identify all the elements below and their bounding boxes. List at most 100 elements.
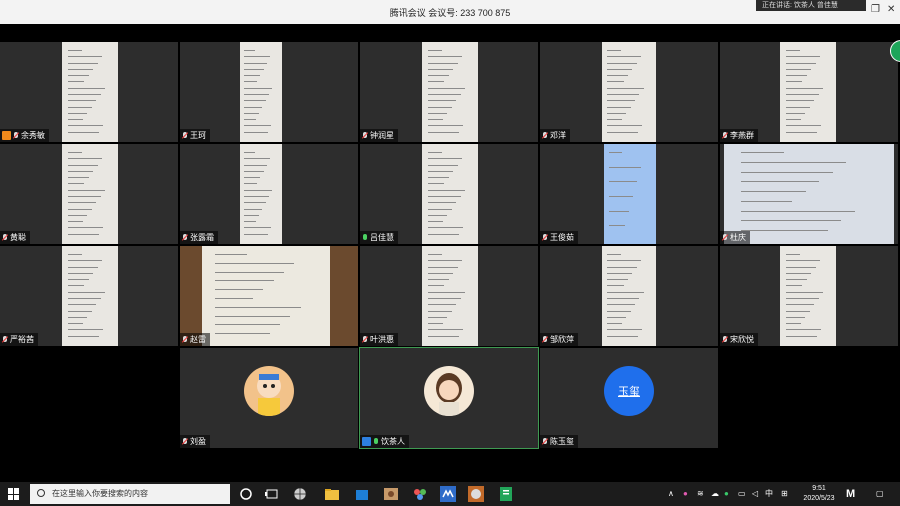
microphone-muted-icon — [2, 233, 8, 242]
taskbar: 在这里输入你要搜索的内容 ∧ ● ≋ ☁ ● ▭ ◁ 中 ⊞ 9:51 2020… — [0, 482, 900, 506]
participant-name-tag: 刘盈 — [180, 435, 210, 448]
volume-icon[interactable]: ◁ — [752, 482, 758, 506]
participant-tile[interactable]: 邹欣萍 — [540, 246, 718, 346]
clock-date: 2020/5/23 — [803, 495, 835, 502]
video-grid: 余秀敏 王珂 钟润星 邓洋 李燕群黄聪 张露霜 吕佳慧 王俊茹 杜庆严裕茜 赵雷 叶洪惠 邹欣萍 宋欣悦… — [0, 24, 900, 482]
participant-name-tag: 杜庆 — [720, 231, 750, 244]
participant-tile[interactable]: 张露霜 — [180, 144, 358, 244]
participant-name-tag: 李燕群 — [720, 129, 758, 142]
participant-tile[interactable]: 邓洋 — [540, 42, 718, 142]
cortana-icon[interactable] — [238, 486, 254, 502]
participant-name-tag: 王俊茹 — [540, 231, 578, 244]
tray-app-icon[interactable]: ● — [683, 482, 688, 506]
paper-sheet — [422, 246, 478, 346]
microphone-muted-icon — [182, 233, 188, 242]
participant-name-tag: 吕佳慧 — [360, 231, 398, 244]
participant-tile[interactable]: 余秀敏 — [0, 42, 178, 142]
paper-sheet — [604, 144, 656, 244]
participant-name-tag: 饮茶人 — [360, 435, 409, 448]
participant-name: 饮茶人 — [381, 437, 405, 446]
microphone-muted-icon — [2, 335, 8, 344]
participant-name: 宋欣悦 — [730, 335, 754, 344]
microphone-muted-icon — [182, 131, 188, 140]
microphone-muted-icon — [542, 335, 548, 344]
participant-name-tag: 王珂 — [180, 129, 210, 142]
participant-name: 王俊茹 — [550, 233, 574, 242]
microphone-muted-icon — [13, 131, 19, 140]
participant-tile[interactable]: 吕佳慧 — [360, 144, 538, 244]
clock-time: 9:51 — [812, 485, 826, 492]
system-clock[interactable]: 9:51 2020/5/23 — [798, 484, 840, 504]
participant-name-tag: 邓洋 — [540, 129, 570, 142]
participant-name-tag: 余秀敏 — [0, 129, 49, 142]
participant-name-tag: 钟润星 — [360, 129, 398, 142]
participant-name: 严裕茜 — [10, 335, 34, 344]
notification-icon[interactable]: ▢ — [876, 482, 884, 506]
avatar — [424, 366, 474, 416]
pinwheel-app-icon[interactable] — [292, 486, 308, 502]
participant-name: 王珂 — [190, 131, 206, 140]
participant-tile[interactable]: 叶洪惠 — [360, 246, 538, 346]
wechat-icon[interactable]: ● — [724, 482, 729, 506]
microphone-muted-icon — [722, 131, 728, 140]
search-input[interactable]: 在这里输入你要搜索的内容 — [30, 484, 230, 504]
participant-name: 吕佳慧 — [370, 233, 394, 242]
action-center-app-icon[interactable]: M — [846, 482, 855, 506]
participant-name-tag: 邹欣萍 — [540, 333, 578, 346]
participant-tile[interactable]: 杜庆 — [720, 144, 898, 244]
participant-name: 邓洋 — [550, 131, 566, 140]
participant-name-tag: 赵雷 — [180, 333, 210, 346]
participant-name-tag: 张露霜 — [180, 231, 218, 244]
host-icon — [362, 437, 371, 446]
participant-tile[interactable]: 王俊茹 — [540, 144, 718, 244]
participant-name: 余秀敏 — [21, 131, 45, 140]
cloud-icon[interactable]: ☁ — [711, 482, 719, 506]
disc-app-icon[interactable] — [468, 486, 484, 502]
ime-indicator[interactable]: 中 — [765, 482, 773, 506]
speaking-indicator: 正在讲话: 饮茶人 曾佳慧 — [756, 0, 866, 11]
participant-tile[interactable]: 赵雷 — [180, 246, 358, 346]
participant-tile[interactable]: 黄聪 — [0, 144, 178, 244]
microphone-muted-icon — [722, 233, 728, 242]
participant-name-tag: 黄聪 — [0, 231, 30, 244]
participant-name: 邹欣萍 — [550, 335, 574, 344]
participant-tile[interactable]: 刘盈 — [180, 348, 358, 448]
participant-tile[interactable]: 宋欣悦 — [720, 246, 898, 346]
microphone-muted-icon — [362, 335, 368, 344]
microphone-muted-icon — [182, 437, 188, 446]
participant-name: 刘盈 — [190, 437, 206, 446]
photo-app-icon[interactable] — [383, 486, 399, 502]
paper-sheet — [240, 42, 282, 142]
close-icon[interactable]: ✕ — [887, 4, 895, 15]
windows-start-icon[interactable] — [8, 488, 20, 500]
participant-name: 钟润星 — [370, 131, 394, 140]
microphone-muted-icon — [542, 233, 548, 242]
participant-name-tag: 宋欣悦 — [720, 333, 758, 346]
microphone-muted-icon — [362, 131, 368, 140]
colorful-app-icon[interactable] — [412, 486, 428, 502]
participant-tile[interactable]: 玉玺 陈玉玺 — [540, 348, 718, 448]
paper-sheet — [780, 246, 836, 346]
task-view-icon[interactable] — [264, 486, 280, 502]
participant-tile[interactable]: 钟润星 — [360, 42, 538, 142]
store-icon[interactable] — [354, 486, 370, 502]
chevron-up-icon[interactable]: ∧ — [668, 482, 674, 506]
green-app-icon[interactable] — [498, 486, 514, 502]
input-mode-icon[interactable]: ⊞ — [781, 482, 788, 506]
participant-name: 赵雷 — [190, 335, 206, 344]
participant-name-tag: 叶洪惠 — [360, 333, 398, 346]
file-explorer-icon[interactable] — [324, 486, 340, 502]
tencent-meeting-icon[interactable] — [440, 486, 456, 502]
participant-tile[interactable]: 饮茶人 — [359, 347, 539, 449]
paper-sheet — [422, 42, 478, 142]
participant-tile[interactable]: 严裕茜 — [0, 246, 178, 346]
paper-sheet — [240, 144, 282, 244]
participant-tile[interactable]: 李燕群 — [720, 42, 898, 142]
paper-sheet — [724, 144, 894, 244]
restore-icon[interactable]: ❐ — [871, 4, 880, 15]
participant-name-tag: 陈玉玺 — [540, 435, 578, 448]
battery-icon[interactable]: ▭ — [738, 482, 746, 506]
paper-sheet — [62, 144, 118, 244]
wifi-icon[interactable]: ≋ — [697, 482, 704, 506]
participant-tile[interactable]: 王珂 — [180, 42, 358, 142]
